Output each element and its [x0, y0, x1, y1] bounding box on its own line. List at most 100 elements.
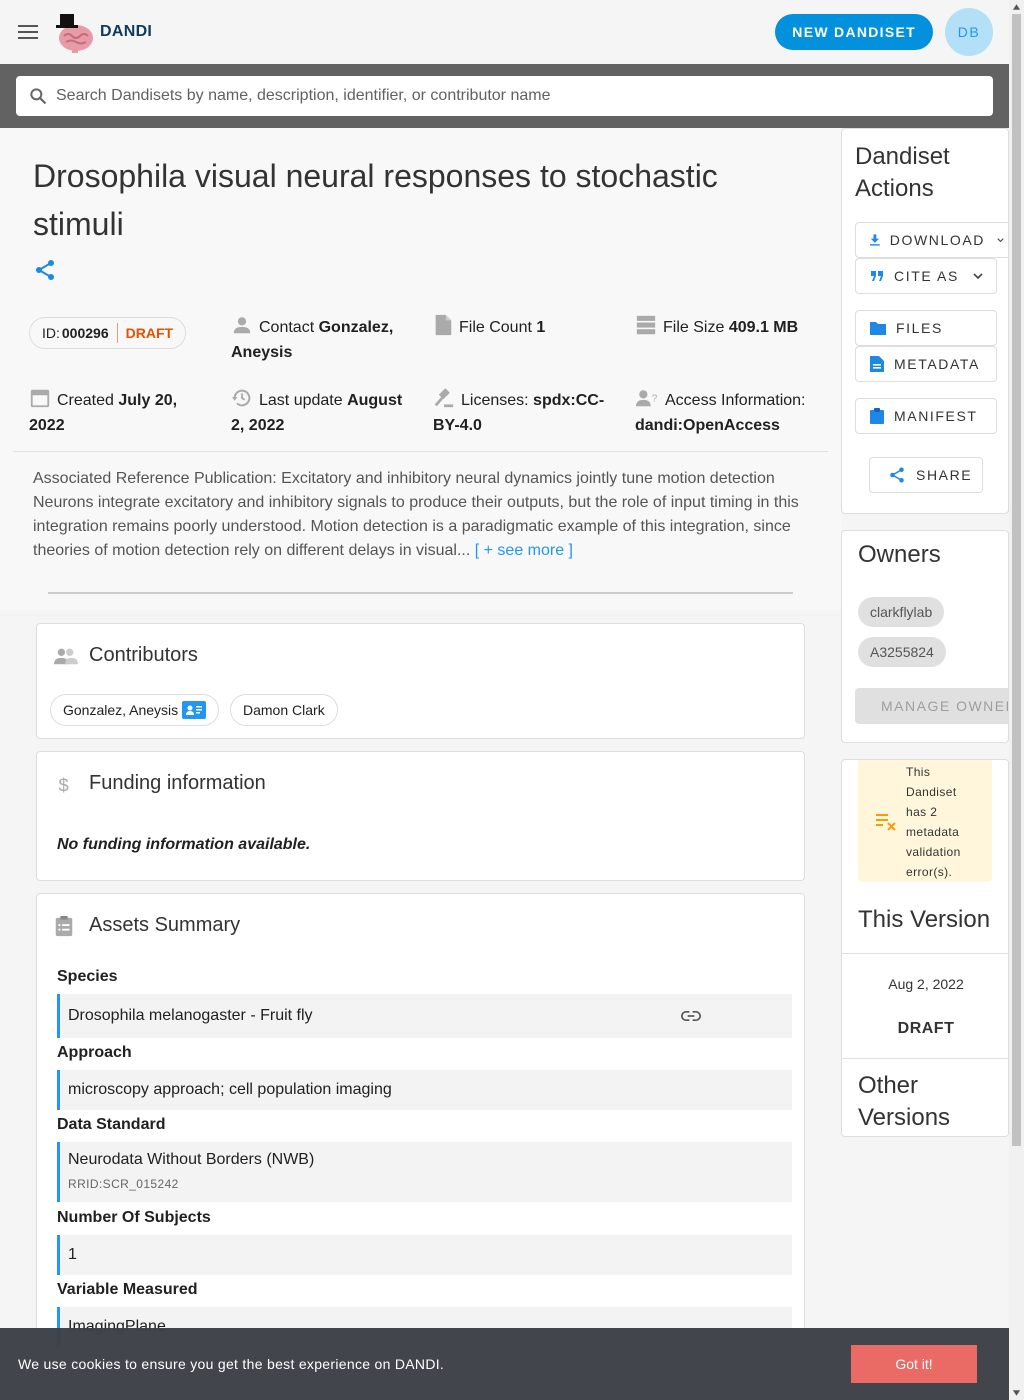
scrollbar-thumb[interactable] — [1012, 14, 1021, 1146]
status-badge: DRAFT — [125, 325, 174, 341]
header-divider — [13, 451, 828, 452]
versions-card: This Dandiset has 2 metadata validation … — [841, 759, 1009, 1137]
search-bar — [0, 64, 1009, 128]
owners-title: Owners — [858, 541, 941, 568]
share-button[interactable]: SHARE — [869, 457, 983, 493]
cookie-accept-button[interactable]: Got it! — [851, 1345, 977, 1383]
gavel-icon — [434, 388, 454, 408]
playlist-remove-icon — [876, 814, 896, 831]
other-versions-title: Other Versions — [858, 1072, 951, 1131]
funding-empty-text: No funding information available. — [57, 836, 311, 853]
version-status[interactable]: DRAFT — [842, 1020, 1008, 1038]
calendar-icon — [30, 389, 50, 408]
share-icon[interactable] — [33, 258, 57, 282]
scroll-down-icon[interactable] — [1012, 1388, 1021, 1398]
contributors-card: Contributors Gonzalez, Aneysis Damon Cla… — [36, 623, 805, 739]
see-more-link[interactable]: [ + see more ] — [475, 542, 573, 559]
description-text: Associated Reference Publication: Excita… — [33, 470, 799, 559]
document-icon — [870, 356, 884, 372]
approach-label: Approach — [57, 1044, 132, 1061]
share-icon — [890, 467, 904, 483]
folder-icon — [870, 322, 886, 335]
validation-warning[interactable]: This Dandiset has 2 metadata validation … — [858, 760, 992, 882]
files-button[interactable]: FILES — [855, 310, 997, 346]
user-avatar[interactable]: DB — [945, 8, 993, 56]
approach-value: microscopy approach; cell population ima… — [68, 1081, 392, 1098]
person-icon — [233, 317, 251, 334]
download-button[interactable]: DOWNLOAD — [855, 222, 1008, 258]
assets-title: Assets Summary — [89, 914, 241, 936]
menu-button[interactable] — [0, 0, 56, 64]
dandiset-header: Drosophila visual neural responses to st… — [0, 128, 841, 610]
person-question-icon: ? — [636, 390, 658, 407]
cite-as-label: CITE AS — [894, 268, 959, 284]
manage-owners-button[interactable]: MANAGE OWNERS — [855, 688, 1008, 724]
contributor-chip[interactable]: Gonzalez, Aneysis — [50, 694, 220, 726]
page-scrollbar[interactable] — [1009, 0, 1024, 1400]
validation-message: This Dandiset has 2 metadata validation … — [906, 765, 961, 879]
cookie-text: We use cookies to ensure you get the bes… — [18, 1356, 445, 1372]
data-standard-item: Neurodata Without Borders (NWB) RRID:SCR… — [57, 1142, 792, 1202]
contributor-name: Gonzalez, Aneysis — [63, 702, 179, 718]
scroll-up-icon[interactable] — [1012, 2, 1021, 12]
people-icon — [54, 648, 78, 665]
version-date[interactable]: Aug 2, 2022 — [842, 976, 1008, 992]
description-divider — [48, 592, 793, 594]
chip-separator — [116, 323, 118, 343]
this-version-title: This Version — [858, 906, 991, 933]
app-bar: DANDI NEW DANDISET DB — [0, 0, 1009, 64]
svg-text:$: $ — [59, 774, 69, 795]
contact-field: Contact Gonzalez, Aneysis — [231, 314, 401, 365]
variable-label: Variable Measured — [57, 1281, 198, 1298]
chevron-down-icon — [997, 238, 1004, 243]
file-count-field: File Count 1 — [433, 314, 603, 340]
data-standard-rrid: RRID:SCR_015242 — [68, 1177, 179, 1191]
link-icon[interactable] — [680, 1006, 702, 1026]
svg-text:?: ? — [652, 394, 658, 405]
file-count-label: File Count — [459, 319, 532, 336]
subjects-item: 1 — [57, 1235, 792, 1275]
cite-as-button[interactable]: CITE AS — [855, 258, 997, 294]
chevron-down-icon — [973, 273, 983, 279]
species-value: Drosophila melanogaster - Fruit fly — [68, 1007, 313, 1024]
species-label: Species — [57, 968, 118, 985]
assets-summary-card: Assets Summary Species Drosophila melano… — [36, 893, 805, 1400]
version-divider — [842, 953, 1008, 954]
owners-card: Owners clarkflylab A3255824 MANAGE OWNER… — [841, 530, 1009, 743]
search-input[interactable] — [56, 87, 993, 105]
search-box — [16, 76, 993, 116]
id-chip: ID: 000296 DRAFT — [29, 317, 187, 349]
dandiset-id: 000296 — [61, 325, 109, 341]
files-label: FILES — [896, 320, 943, 336]
history-icon — [231, 389, 251, 407]
updated-label: Last update — [259, 392, 343, 409]
contact-card-icon — [182, 701, 207, 719]
species-item: Drosophila melanogaster - Fruit fly — [57, 994, 792, 1038]
access-value: dandi:OpenAccess — [635, 417, 780, 434]
manifest-button[interactable]: MANIFEST — [855, 398, 997, 434]
storage-icon — [636, 315, 656, 335]
share-label: SHARE — [916, 467, 973, 483]
approach-item: microscopy approach; cell population ima… — [57, 1070, 792, 1110]
dandi-logo-icon[interactable] — [52, 10, 96, 54]
license-field: Licenses: spdx:CC-BY-4.0 — [433, 387, 613, 438]
file-size-value: 409.1 MB — [728, 319, 799, 336]
subjects-label: Number Of Subjects — [57, 1209, 211, 1226]
owner-chip: A3255824 — [858, 637, 946, 667]
metadata-button[interactable]: METADATA — [855, 346, 997, 382]
created-field: Created July 20, 2022 — [29, 387, 204, 438]
funding-title: Funding information — [89, 772, 266, 794]
id-label: ID: — [42, 325, 60, 341]
brand-name[interactable]: DANDI — [100, 23, 152, 41]
search-icon — [30, 88, 47, 105]
dollar-icon: $ — [59, 774, 69, 795]
owner-chip: clarkflylab — [858, 597, 945, 627]
version-divider — [842, 1058, 1008, 1059]
contributor-chip[interactable]: Damon Clark — [230, 694, 338, 726]
download-icon — [870, 234, 880, 246]
file-icon — [435, 314, 452, 336]
access-label: Access Information: — [665, 392, 806, 409]
created-label: Created — [57, 392, 114, 409]
actions-card: Dandiset Actions DOWNLOAD CITE AS FILES … — [841, 128, 1009, 514]
new-dandiset-button[interactable]: NEW DANDISET — [775, 14, 933, 50]
